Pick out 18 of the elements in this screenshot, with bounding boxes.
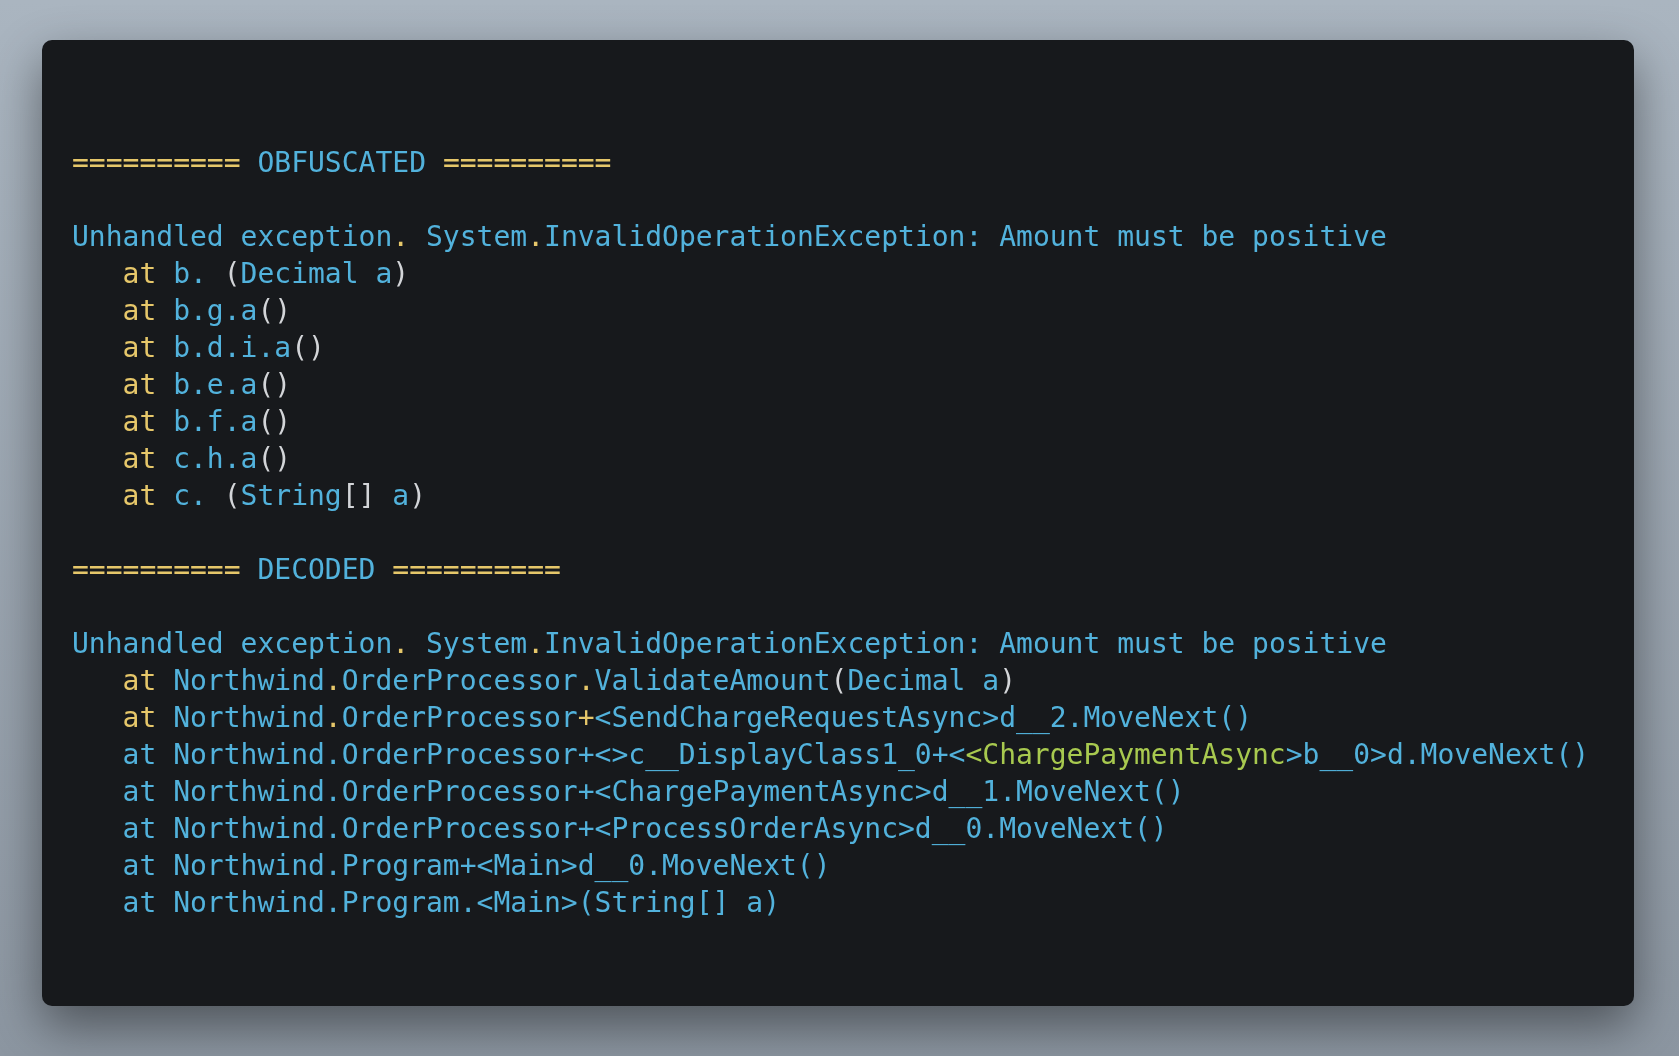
stack-frame-line: at b.g.a() bbox=[121, 293, 292, 329]
stack-frame-line: at c. (String[] a) bbox=[121, 478, 427, 514]
stack-frame-line: at Northwind.OrderProcessor+<ProcessOrderAsync>d__0.MoveNext() bbox=[121, 811, 1168, 847]
stack-frame-line: at c.h.a() bbox=[121, 441, 292, 477]
stack-frame-line: at Northwind.OrderProcessor.ValidateAmount(Decimal a) bbox=[121, 663, 1017, 699]
section-header: ========== OBFUSCATED ========== bbox=[72, 145, 612, 181]
stack-frame-line: at Northwind.OrderProcessor+<SendChargeRequestAsync>d__2.MoveNext() bbox=[121, 700, 1253, 736]
stack-frame-line: at b.f.a() bbox=[121, 404, 292, 440]
section-header: ========== DECODED ========== bbox=[72, 552, 561, 588]
stack-frame-line: at Northwind.Program.<Main>(String[] a) bbox=[121, 885, 780, 921]
stack-frame-line: at b. (Decimal a) bbox=[121, 256, 410, 292]
stack-frame-line: at b.d.i.a() bbox=[121, 330, 325, 366]
exception-message: Unhandled exception. System.InvalidOperationException: Amount must be positive bbox=[72, 219, 1387, 255]
exception-message: Unhandled exception. System.InvalidOperationException: Amount must be positive bbox=[72, 626, 1387, 662]
stack-frame-line: at Northwind.OrderProcessor+<ChargePaymentAsync>d__1.MoveNext() bbox=[121, 774, 1185, 810]
stack-frame-line: at Northwind.OrderProcessor+<>c__DisplayClass1_0+<<ChargePaymentAsync>b__0>d.MoveNext() bbox=[121, 737, 1590, 773]
stack-frame-line: at b.e.a() bbox=[121, 367, 292, 403]
stack-frame-line: at Northwind.Program+<Main>d__0.MoveNext() bbox=[121, 848, 831, 884]
